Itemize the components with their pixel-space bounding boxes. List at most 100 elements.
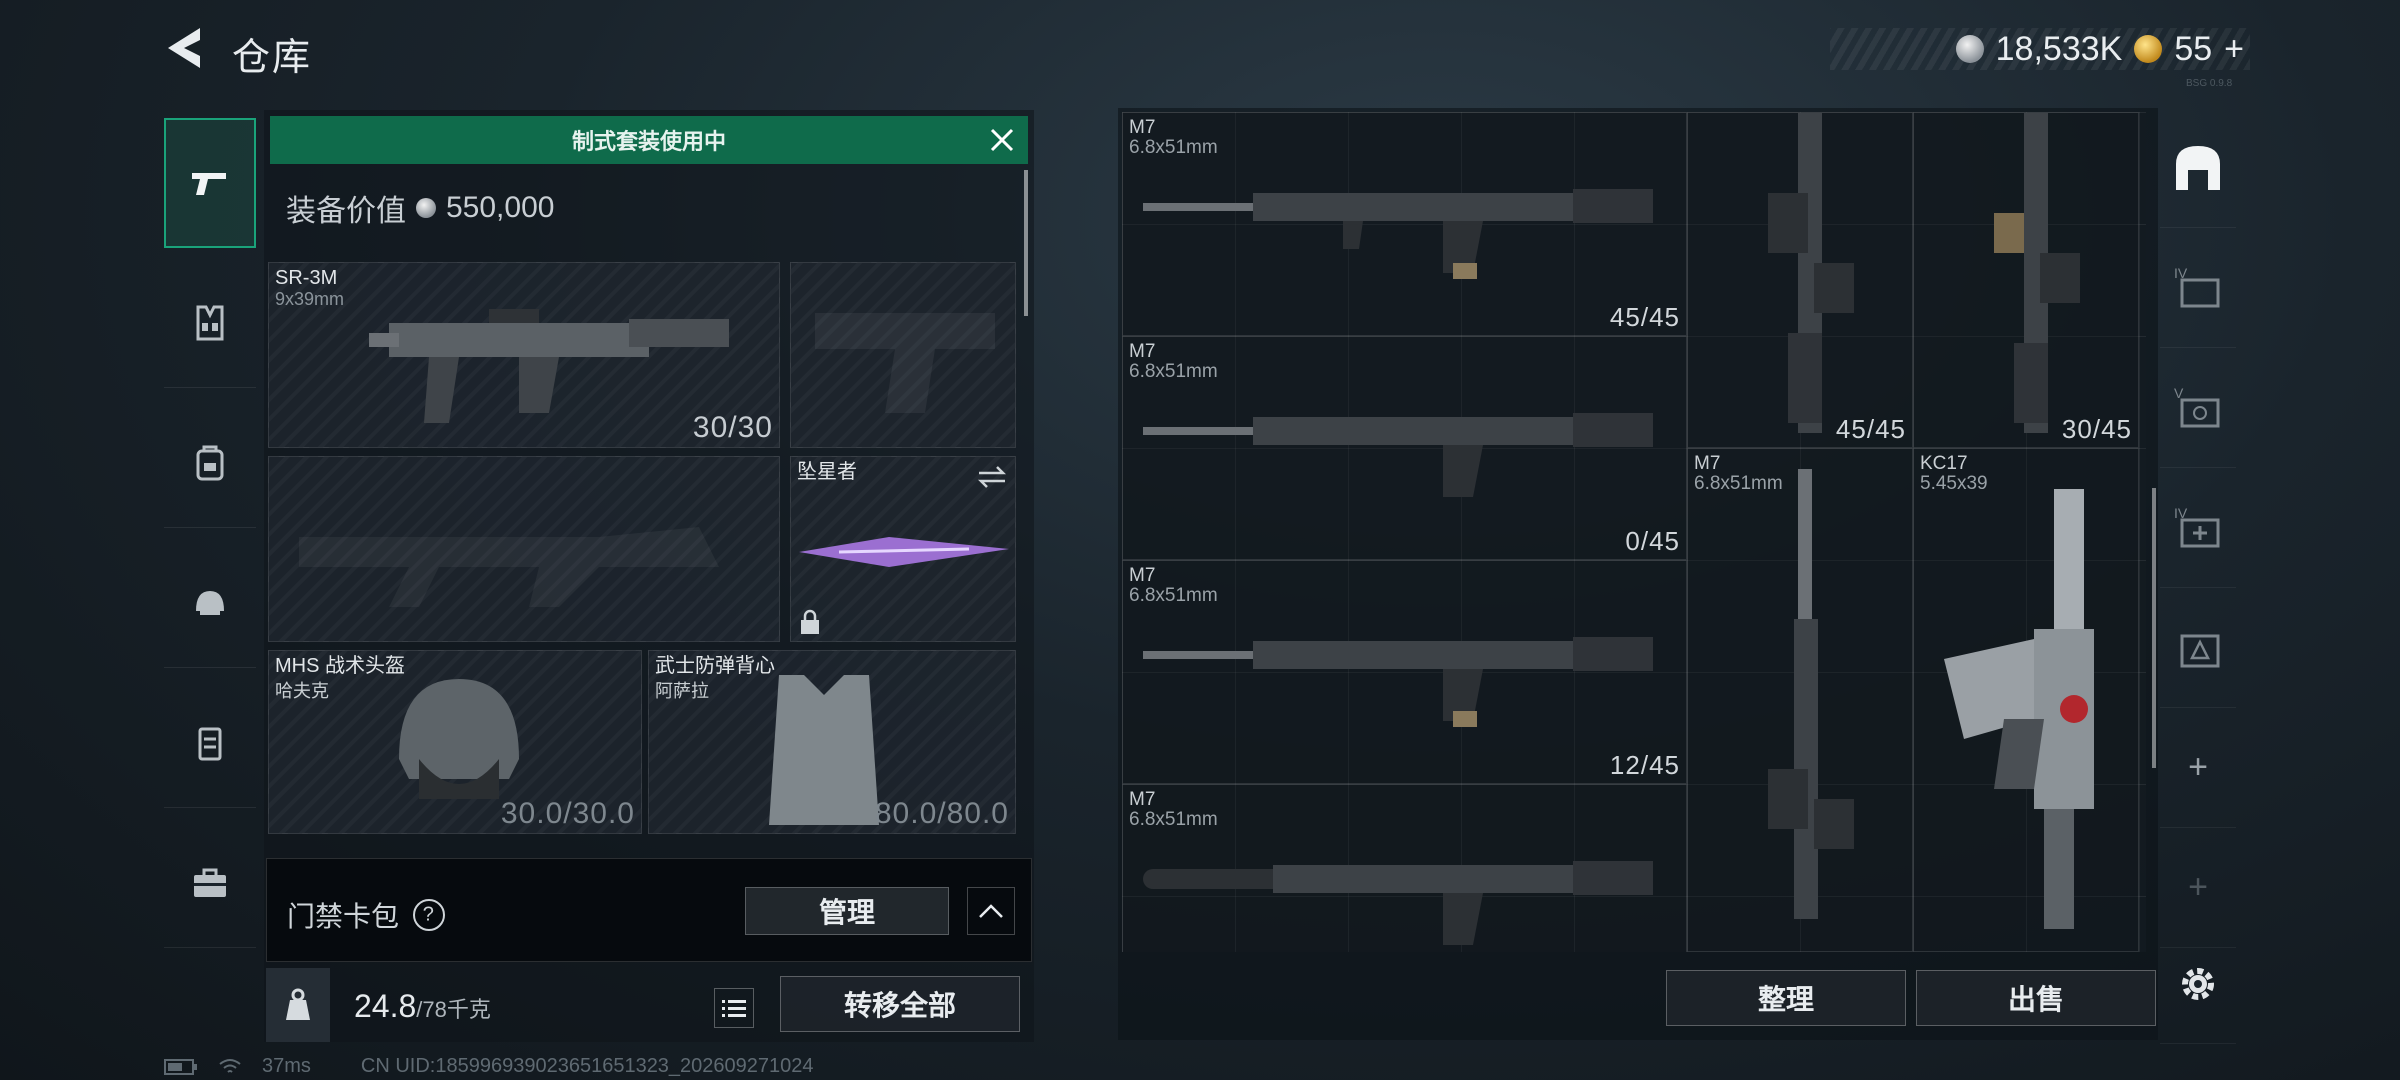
armor-name: 武士防弹背心 [655,655,775,677]
sell-button[interactable]: 出售 [1916,970,2156,1026]
keycard-text: 门禁卡包 [287,901,400,932]
storage-panel: M7 6.8x51mm 45/45 45/45 30/45 M7 6.8x51m… [1118,108,2158,1040]
rifle-image [1143,637,1653,727]
collapse-button[interactable] [967,887,1015,935]
gold-amount: 55 [2174,29,2213,68]
sort-button[interactable]: 整理 [1666,970,1906,1026]
rifle-image [1143,861,1653,945]
item-name: M7 [1129,341,1156,362]
melee-slot[interactable]: 坠星者 [790,456,1016,642]
helmet-name: MHS 战术头盔 [275,655,405,677]
rifle-vertical-image [1994,113,2080,433]
armor-brand: 阿萨拉 [655,681,709,701]
list-view-button[interactable] [714,988,754,1028]
back-button[interactable] [160,22,206,74]
close-icon[interactable] [986,124,1018,156]
item-ammo: 30/45 [2061,414,2132,444]
kit-in-use-banner: 制式套装使用中 [270,116,1028,164]
silver-coin-icon [1955,35,1984,63]
ping-text: 37ms [262,1055,311,1077]
transfer-all-button[interactable]: 转移全部 [780,976,1020,1032]
ammo-count: 30/30 [692,411,773,444]
smg-image [1944,489,2094,929]
armor-slot[interactable]: 武士防弹背心 阿萨拉 80.0/80.0 [648,650,1016,834]
value-label: 装备价值 [286,195,406,228]
uid-text: CN UID:185996939023651651323_20260927102… [360,1055,814,1077]
tab-storage-3[interactable]: IV [2160,468,2236,588]
swap-icon[interactable] [977,465,1007,489]
secondary-weapon-slot[interactable] [268,456,780,642]
safe-icon: V [2174,385,2220,427]
keycard-label: 门禁卡包 ? [287,892,452,938]
storage-box-icon: IV [2174,265,2220,307]
weapon-caliber: 9x39mm [275,289,345,309]
scrollbar[interactable] [1024,170,1028,316]
status-bar: 37ms CN UID:185996939023651651323_202609… [164,1055,814,1078]
battery-icon [164,1058,197,1075]
weight-max: /78千克 [416,997,491,1022]
rail-item-helmet[interactable] [164,538,256,668]
rail-item-case[interactable] [164,818,256,948]
chevron-up-icon [979,904,1003,918]
help-icon[interactable]: ? [406,892,452,938]
pistol-silhouette-icon [815,313,995,413]
item-ammo: 45/45 [1835,414,1906,444]
storage-item[interactable]: 45/45 [1687,112,1913,448]
equipment-value: 装备价值 550,000 [286,186,554,230]
storage-item[interactable]: M7 6.8x51mm [1687,448,1913,952]
weight-bar: 24.8/78千克 转移全部 [264,968,1034,1042]
melee-name: 坠星者 [797,461,857,483]
rail-item-weapons[interactable] [164,118,256,248]
add-currency-button[interactable]: + [2224,30,2244,69]
loadout-panel: 制式套装使用中 装备价值 550,000 SR-3M 9x39mm 30/30 [264,110,1034,1042]
pistol-icon [192,173,226,195]
currency-bar: 18,533K 55 + [1830,28,2250,70]
weight-current: 24.8 [354,988,417,1024]
tab-storage-1[interactable]: IV [2160,228,2236,348]
tab-storage-4[interactable] [2160,588,2236,708]
item-name: M7 [1694,453,1721,474]
item-name: M7 [1129,789,1156,810]
category-rail [164,108,256,1008]
storage-item[interactable]: M7 6.8x51mm 0/45 [1122,336,1687,560]
storage-item[interactable]: 30/45 [1913,112,2139,448]
settings-button[interactable] [2160,924,2236,1044]
item-name: KC17 [1920,453,1968,474]
storage-item[interactable]: M7 6.8x51mm 12/45 [1122,560,1687,784]
item-name: M7 [1129,565,1156,586]
add-storage-button[interactable]: + [2160,708,2236,828]
rail-item-rig[interactable] [164,258,256,388]
storage-grid: M7 6.8x51mm 45/45 45/45 30/45 M7 6.8x51m… [1122,112,2146,952]
pistol-slot[interactable] [790,262,1016,448]
tab-main-storage[interactable] [2160,108,2236,228]
safe-house-icon [2176,145,2220,190]
scrollbar[interactable] [2152,488,2156,768]
rifle-image [1143,413,1653,497]
lock-icon [801,609,819,634]
backpack-icon [196,445,224,480]
weapon-name: SR-3M [275,267,338,289]
armor-durability: 80.0/80.0 [874,797,1009,830]
storage-item[interactable]: M7 6.8x51mm 45/45 [1122,112,1687,336]
rail-item-pouch[interactable] [164,678,256,808]
hazard-case-icon [2180,634,2220,667]
item-ammo: 12/45 [1609,750,1680,780]
storage-item[interactable]: M7 6.8x51mm [1122,784,1687,952]
carry-weight: 24.8/78千克 [354,988,491,1025]
helmet-slot[interactable]: MHS 战术头盔 哈夫克 30.0/30.0 [268,650,642,834]
helmet-icon [196,590,224,615]
chest-rig-icon [196,305,224,340]
rifle-image [369,309,729,423]
keycard-bag: 门禁卡包 ? 管理 [266,858,1032,962]
list-icon [722,1000,746,1017]
primary-weapon-slot[interactable]: SR-3M 9x39mm 30/30 [268,262,780,448]
manage-button[interactable]: 管理 [745,887,949,935]
page-title: 仓库 [232,37,313,79]
storage-tabs-rail: IV V IV + + [2160,108,2236,1044]
tab-storage-2[interactable]: V [2160,348,2236,468]
version-text: BSG 0.9.8 [2186,78,2233,89]
weight-icon-box [266,968,330,1042]
storage-item[interactable]: KC17 5.45x39 [1913,448,2139,952]
knife-image [799,537,1009,567]
rail-item-backpack[interactable] [164,398,256,528]
